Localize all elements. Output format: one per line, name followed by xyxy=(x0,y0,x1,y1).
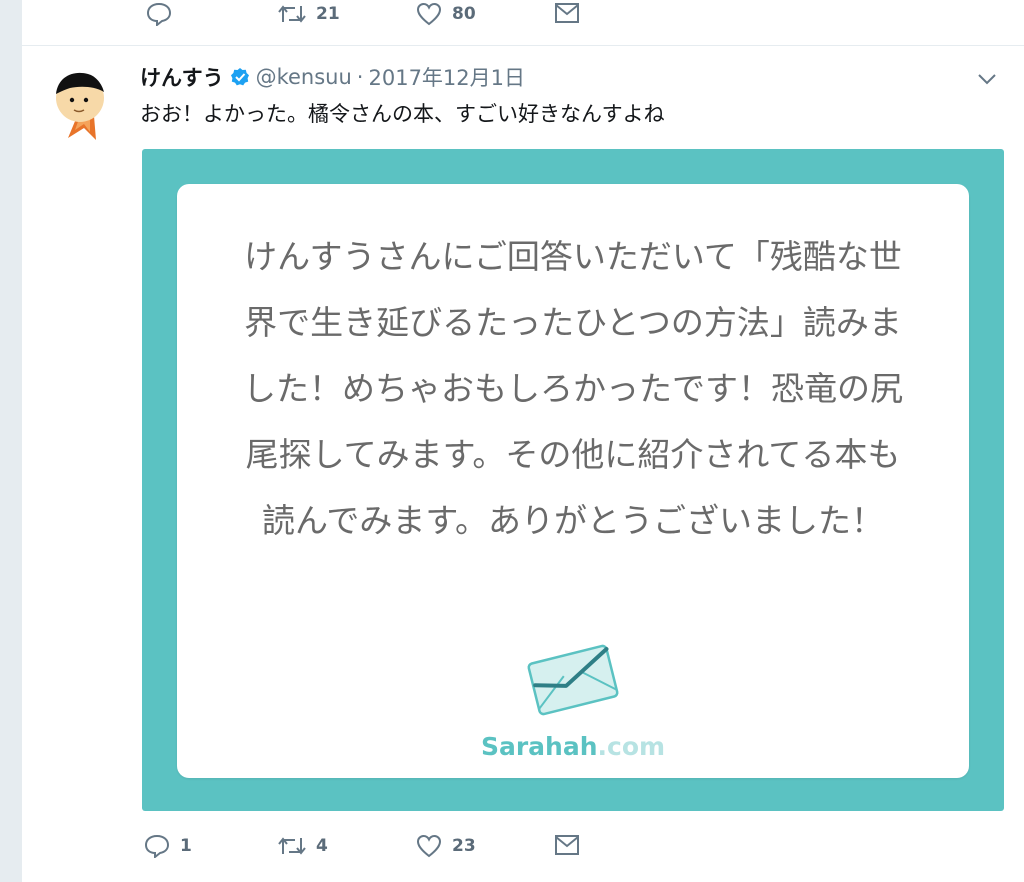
tweet-menu-button[interactable] xyxy=(976,68,998,90)
like-button[interactable]: 23 xyxy=(416,834,476,858)
heart-icon xyxy=(416,834,442,858)
mail-icon xyxy=(555,835,579,855)
brand-suffix: .com xyxy=(597,732,666,761)
dm-button[interactable] xyxy=(554,834,580,856)
retweet-icon xyxy=(278,5,306,23)
reply-button[interactable]: 1 xyxy=(144,834,192,858)
retweet-button[interactable]: 21 xyxy=(278,2,340,26)
retweet-icon xyxy=(278,837,306,855)
chevron-down-icon xyxy=(978,74,996,85)
like-count: 80 xyxy=(452,4,476,24)
reply-icon xyxy=(146,2,172,26)
dm-button[interactable] xyxy=(554,2,580,24)
handle[interactable]: @kensuu xyxy=(256,65,352,89)
brand-main: Sarahah xyxy=(480,732,598,761)
previous-tweet-actions: 21 80 xyxy=(22,0,1024,46)
tweet-header: けんすう @kensuu · 2017年12月1日 xyxy=(140,62,525,92)
like-count: 23 xyxy=(452,836,476,856)
avatar[interactable] xyxy=(50,66,116,146)
reply-count: 1 xyxy=(180,836,192,856)
left-rail xyxy=(0,0,22,882)
like-button[interactable]: 80 xyxy=(416,2,476,26)
reply-icon xyxy=(144,834,170,858)
sarahah-logo: Sarahah.com xyxy=(177,732,969,761)
mail-icon xyxy=(555,3,579,23)
reply-button[interactable] xyxy=(146,2,172,26)
retweet-count: 21 xyxy=(316,4,340,24)
retweet-count: 4 xyxy=(316,836,328,856)
sarahah-message: けんすうさんにご回答いただいて「残酷な世界で生き延びるたったひとつの方法」読みま… xyxy=(243,237,903,540)
tweet-text: おお！よかった。橘令さんの本、すごい好きなんすよね xyxy=(140,102,665,126)
tweet-date[interactable]: 2017年12月1日 xyxy=(368,62,525,92)
verified-badge-icon xyxy=(230,67,250,87)
retweet-button[interactable]: 4 xyxy=(278,834,328,858)
tweet-actions: 1 4 23 xyxy=(140,834,1000,866)
attached-image[interactable]: けんすうさんにご回答いただいて「残酷な世界で生き延びるたったひとつの方法」読みま… xyxy=(142,149,1004,811)
sarahah-message-card: けんすうさんにご回答いただいて「残酷な世界で生き延びるたったひとつの方法」読みま… xyxy=(177,184,969,778)
envelope-icon xyxy=(525,644,621,716)
heart-icon xyxy=(416,2,442,26)
separator: · xyxy=(356,65,364,89)
display-name[interactable]: けんすう xyxy=(140,62,224,92)
